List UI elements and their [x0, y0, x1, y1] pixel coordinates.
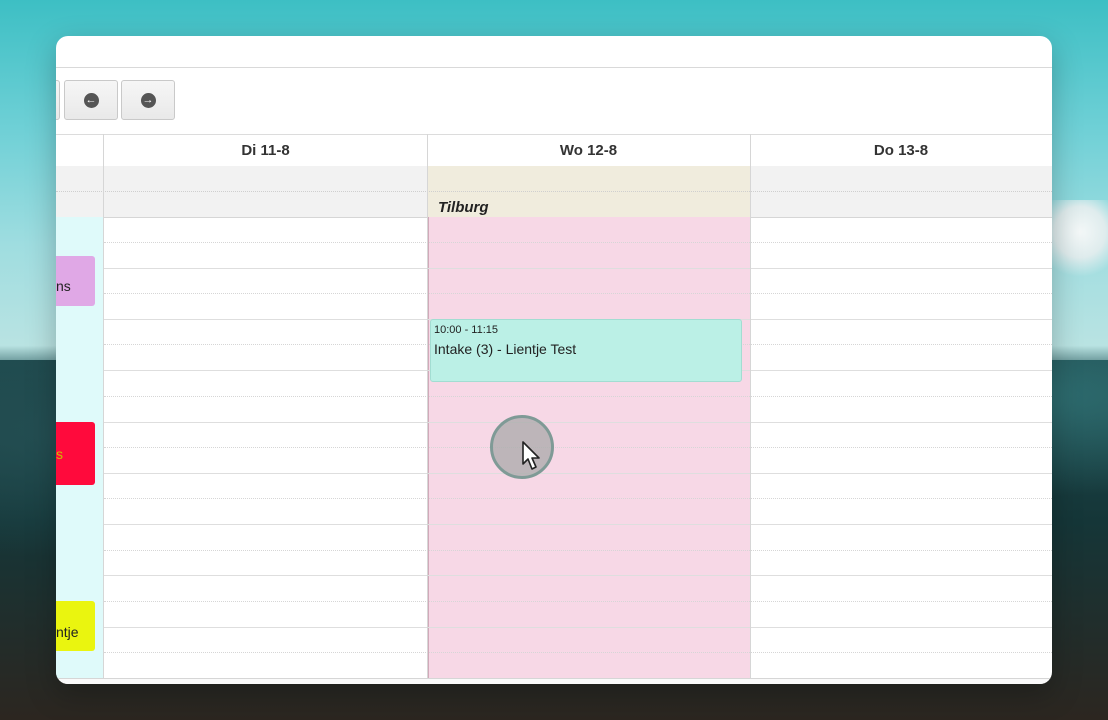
mouse-pointer-icon	[522, 441, 540, 470]
window-titlebar	[56, 36, 1052, 68]
side-event-3[interactable]: ntje	[56, 601, 95, 651]
arrow-right-icon: →	[140, 92, 156, 108]
grid-line	[104, 268, 1052, 269]
grid-line	[104, 601, 1052, 602]
event-time: 10:00 - 11:15	[434, 324, 499, 336]
event-title: Intake (3) - Lientje Test	[434, 341, 577, 357]
prev-week-button[interactable]: ←	[64, 80, 118, 120]
calendar-window: ← → Di 11-8 Wo 12-8 Do 13-8 Tilburg ns s…	[56, 36, 1052, 684]
grid-line	[104, 524, 1052, 525]
grid-line	[104, 242, 1052, 243]
side-event-2[interactable]: s	[56, 422, 95, 485]
arrow-left-icon: ←	[83, 92, 99, 108]
grid-line	[104, 447, 1052, 448]
grid-line	[104, 422, 1052, 423]
day-header-do[interactable]: Do 13-8	[750, 135, 1052, 166]
column-divider	[427, 134, 428, 684]
day-header-row: Di 11-8 Wo 12-8 Do 13-8	[56, 134, 1052, 167]
side-event-1[interactable]: ns	[56, 256, 95, 306]
today-button-partial[interactable]	[56, 80, 60, 120]
grid-line	[104, 396, 1052, 397]
allday-divider	[56, 191, 1052, 192]
location-label: Tilburg	[438, 199, 489, 216]
bottom-border	[56, 678, 1052, 684]
grid-line	[104, 550, 1052, 551]
calendar-event[interactable]: 10:00 - 11:15 Intake (3) - Lientje Test	[430, 319, 742, 382]
grid-line	[104, 293, 1052, 294]
column-divider	[750, 134, 751, 684]
grid-line	[104, 473, 1052, 474]
grid-line	[104, 498, 1052, 499]
grid-line	[104, 627, 1052, 628]
day-header-wo[interactable]: Wo 12-8	[427, 135, 750, 166]
next-week-button[interactable]: →	[121, 80, 175, 120]
grid-line	[104, 575, 1052, 576]
column-divider	[103, 134, 104, 684]
grid-line	[104, 652, 1052, 653]
day-header-di[interactable]: Di 11-8	[104, 135, 427, 166]
